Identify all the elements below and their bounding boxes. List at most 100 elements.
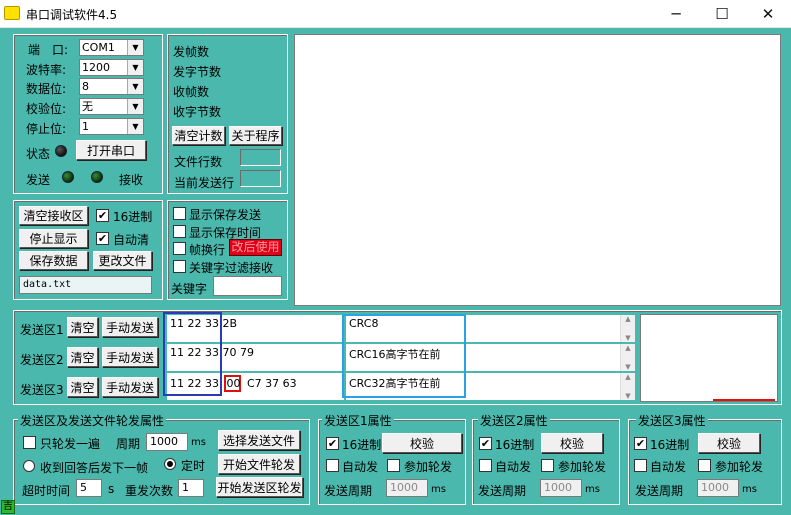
databits-select[interactable]: 8 ▼ (79, 78, 144, 95)
send-area-2-label: 发送区2 (20, 353, 64, 367)
props-1-period-input[interactable]: 1000 (386, 479, 428, 497)
select-send-file-button[interactable]: 选择发送文件 (218, 430, 300, 450)
start-file-rotation-button[interactable]: 开始文件轮发 (218, 454, 300, 474)
timeout-label: 超时时间 (22, 484, 71, 498)
about-button[interactable]: 关于程序 (229, 126, 282, 145)
reply-next-radio[interactable] (23, 460, 35, 472)
close-button[interactable]: ✕ (745, 0, 791, 28)
keyword-filter-checkbox[interactable] (173, 260, 186, 273)
port-value: COM1 (82, 41, 115, 54)
props-1-verify-button[interactable]: 校验 (382, 433, 462, 453)
maximize-button[interactable]: ☐ (699, 0, 745, 28)
change-file-button[interactable]: 更改文件 (93, 251, 152, 270)
send-led-icon (62, 171, 74, 183)
dropdown-arrow-icon[interactable]: ▼ (127, 99, 143, 114)
stopbits-select[interactable]: 1 ▼ (79, 118, 144, 135)
props-1-hex-label: 16进制 (342, 438, 382, 452)
props-2-join-checkbox[interactable] (541, 459, 554, 472)
props-3-hex-checkbox[interactable]: ✔ (634, 437, 647, 450)
props-2-hex-checkbox[interactable]: ✔ (479, 437, 492, 450)
open-port-button[interactable]: 打开串口 (76, 140, 146, 160)
props-3-hex-label: 16进制 (650, 438, 690, 452)
dropdown-arrow-icon[interactable]: ▼ (127, 60, 143, 75)
dropdown-arrow-icon[interactable]: ▼ (127, 119, 143, 134)
props-2-auto-checkbox[interactable] (479, 459, 492, 472)
scroll-up-icon[interactable]: ▲ (625, 373, 630, 381)
baud-select[interactable]: 1200 ▼ (79, 59, 144, 76)
send-area-1-clear-button[interactable]: 清空 (67, 317, 98, 337)
start-area-rotation-button[interactable]: 开始发送区轮发 (216, 477, 303, 497)
props-2-verify-button[interactable]: 校验 (541, 433, 603, 453)
hex-receive-checkbox[interactable]: ✔ (96, 209, 109, 222)
receive-indicator-label: 接收 (119, 173, 144, 187)
file-lines-display (240, 149, 281, 166)
send-area-2-clear-button[interactable]: 清空 (67, 347, 98, 367)
scroll-down-icon[interactable]: ▼ (625, 363, 630, 371)
stop-display-button[interactable]: 停止显示 (19, 229, 88, 248)
send-area-3-hex-suffix: C7 37 63 (243, 377, 297, 390)
app-icon (4, 6, 20, 20)
props-1-auto-checkbox[interactable] (326, 459, 339, 472)
dropdown-arrow-icon[interactable]: ▼ (127, 40, 143, 55)
auto-clear-checkbox[interactable]: ✔ (96, 232, 109, 245)
props-2-auto-label: 自动发 (495, 460, 532, 474)
scroll-up-icon[interactable]: ▲ (625, 315, 630, 323)
minimize-button[interactable]: ─ (653, 0, 699, 28)
frame-newline-checkbox[interactable] (173, 242, 186, 255)
show-save-send-checkbox[interactable] (173, 207, 186, 220)
scroll-up-icon[interactable]: ▲ (625, 344, 630, 352)
scroll-down-icon[interactable]: ▼ (625, 334, 630, 342)
retries-input[interactable]: 1 (178, 479, 204, 497)
keyword-input[interactable] (213, 276, 282, 296)
dropdown-arrow-icon[interactable]: ▼ (127, 79, 143, 94)
props-1-auto-label: 自动发 (342, 460, 379, 474)
props-2-period-label: 发送周期 (478, 484, 527, 498)
file-name-field[interactable]: data.txt (19, 276, 152, 294)
bytes-recv-label: 收字节数 (173, 105, 222, 119)
send-area-3-manual-button[interactable]: 手动发送 (102, 377, 158, 397)
send-area-3-props-title: 发送区3属性 (636, 412, 708, 429)
window-title: 串口调试软件4.5 (26, 8, 118, 22)
bytes-sent-label: 发字节数 (173, 65, 222, 79)
show-save-send-label: 显示保存发送 (189, 208, 262, 222)
send-area-3-hex-boxed: 00 (224, 375, 242, 392)
save-data-button[interactable]: 保存数据 (19, 251, 88, 270)
only-once-checkbox[interactable] (23, 436, 36, 449)
props-3-verify-button[interactable]: 校验 (698, 433, 760, 453)
period-input[interactable]: 1000 (146, 433, 188, 451)
port-select[interactable]: COM1 ▼ (79, 39, 144, 56)
timeout-input[interactable]: 5 (76, 479, 102, 497)
clear-receive-button[interactable]: 清空接收区 (19, 206, 88, 225)
props-1-hex-checkbox[interactable]: ✔ (326, 437, 339, 450)
baud-value: 1200 (82, 61, 110, 74)
parity-value: 无 (82, 100, 93, 113)
send-area-3-scrollbar[interactable]: ▲ ▼ (620, 373, 635, 400)
baud-label: 波特率: (26, 63, 67, 77)
send-area-1-scrollbar[interactable]: ▲ ▼ (620, 315, 635, 342)
send-area-2-scrollbar[interactable]: ▲ ▼ (620, 344, 635, 371)
hex-receive-label: 16进制 (113, 210, 153, 224)
parity-select[interactable]: 无 ▼ (79, 98, 144, 115)
props-1-join-checkbox[interactable] (387, 459, 400, 472)
show-save-time-checkbox[interactable] (173, 225, 186, 238)
props-3-join-checkbox[interactable] (698, 459, 711, 472)
scroll-down-icon[interactable]: ▼ (625, 392, 630, 400)
keyword-label: 关键字 (171, 282, 208, 296)
send-area-2-manual-button[interactable]: 手动发送 (102, 347, 158, 367)
receive-textarea[interactable] (294, 34, 781, 306)
props-2-period-input[interactable]: 1000 (540, 479, 582, 497)
send-area-1-manual-button[interactable]: 手动发送 (102, 317, 158, 337)
props-3-period-input[interactable]: 1000 (697, 479, 739, 497)
clear-count-button[interactable]: 清空计数 (172, 126, 225, 145)
send-area-2-props-title: 发送区2属性 (478, 412, 550, 429)
timed-radio[interactable] (164, 458, 176, 470)
databits-label: 数据位: (26, 82, 67, 96)
send-area-3-label: 发送区3 (20, 383, 64, 397)
props-3-period-unit: ms (742, 484, 757, 495)
databits-value: 8 (82, 80, 89, 93)
props-3-auto-label: 自动发 (650, 460, 687, 474)
props-3-auto-checkbox[interactable] (634, 459, 647, 472)
send-area-3-clear-button[interactable]: 清空 (67, 377, 98, 397)
receive-led-icon (91, 171, 103, 183)
timeout-unit: s (108, 482, 115, 496)
